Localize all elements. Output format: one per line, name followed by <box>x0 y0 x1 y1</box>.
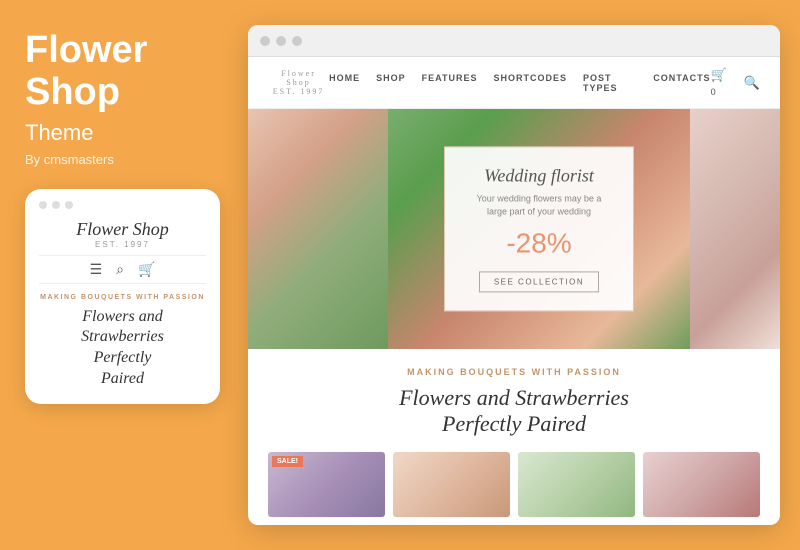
main-title: Flower Shop <box>25 30 223 114</box>
left-panel: Flower Shop Theme By cmsmasters Flower S… <box>0 0 248 550</box>
hero-image-right <box>690 109 780 349</box>
browser-dot-2 <box>276 36 286 46</box>
hero-image-left <box>248 109 388 349</box>
site-nav: HOME SHOP FEATURES SHORTCODES POST TYPES… <box>329 73 710 93</box>
title-line1: Flower <box>25 29 147 71</box>
see-collection-button[interactable]: SEE COLLECTION <box>479 272 599 293</box>
product-thumb-4[interactable] <box>643 452 760 517</box>
nav-home[interactable]: HOME <box>329 73 360 93</box>
hero-card: Wedding florist Your wedding flowers may… <box>444 146 634 311</box>
author-credit: By cmsmasters <box>25 152 223 167</box>
search-icon[interactable]: ⌕ <box>116 261 124 278</box>
browser-dot-3 <box>292 36 302 46</box>
dot-1 <box>39 201 47 209</box>
cart-icon[interactable]: 🛒 <box>138 261 155 278</box>
nav-post-types[interactable]: POST TYPES <box>583 73 637 93</box>
hamburger-icon[interactable]: ☰ <box>90 261 103 278</box>
browser-mockup: Flower Shop EST. 1997 HOME SHOP FEATURES… <box>248 25 780 525</box>
title-line2: Shop <box>25 71 120 113</box>
mobile-hero-text: Flowers and Strawberries Perfectly Paire… <box>39 307 206 390</box>
product-thumb-1[interactable]: SALE! <box>268 452 385 517</box>
hero-image-center: Wedding florist Your wedding flowers may… <box>388 109 690 349</box>
mobile-mockup: Flower Shop EST. 1997 ☰ ⌕ 🛒 MAKING BOUQU… <box>25 189 220 404</box>
hero-card-discount: -28% <box>469 228 609 260</box>
mobile-dots <box>39 201 206 209</box>
section-tagline: MAKING BOUQUETS WITH PASSION <box>268 367 760 377</box>
mobile-tagline: MAKING BOUQUETS WITH PASSION <box>39 294 206 301</box>
nav-shop[interactable]: SHOP <box>376 73 406 93</box>
browser-dot-1 <box>260 36 270 46</box>
hero-section: Wedding florist Your wedding flowers may… <box>248 109 780 349</box>
hero-images: Wedding florist Your wedding flowers may… <box>248 109 780 349</box>
header-icons: 🛒 0 🔍 <box>711 67 760 98</box>
hero-card-subtitle: Your wedding flowers may be a large part… <box>469 192 609 217</box>
section-title: Flowers and Strawberries Perfectly Paire… <box>268 385 760 438</box>
sale-badge-1: SALE! <box>272 456 303 467</box>
browser-bar <box>248 25 780 57</box>
nav-contacts[interactable]: CONTACTS <box>653 73 710 93</box>
search-header-icon[interactable]: 🔍 <box>744 75 760 91</box>
product-thumb-3[interactable] <box>518 452 635 517</box>
site-logo: Flower Shop EST. 1997 <box>268 69 329 96</box>
dot-2 <box>52 201 60 209</box>
hero-card-title: Wedding florist <box>469 165 609 186</box>
product-row: SALE! <box>268 452 760 517</box>
nav-shortcodes[interactable]: SHORTCODES <box>494 73 568 93</box>
product-thumb-2[interactable] <box>393 452 510 517</box>
dot-3 <box>65 201 73 209</box>
theme-subtitle: Theme <box>25 120 223 146</box>
site-header: Flower Shop EST. 1997 HOME SHOP FEATURES… <box>248 57 780 109</box>
mobile-logo: Flower Shop <box>39 219 206 240</box>
cart-header-icon[interactable]: 🛒 0 <box>711 67 734 98</box>
mobile-est: EST. 1997 <box>39 240 206 249</box>
mobile-logo-area: Flower Shop EST. 1997 <box>39 219 206 249</box>
nav-features[interactable]: FEATURES <box>422 73 478 93</box>
content-section: MAKING BOUQUETS WITH PASSION Flowers and… <box>248 349 780 525</box>
mobile-nav-icons: ☰ ⌕ 🛒 <box>39 255 206 284</box>
